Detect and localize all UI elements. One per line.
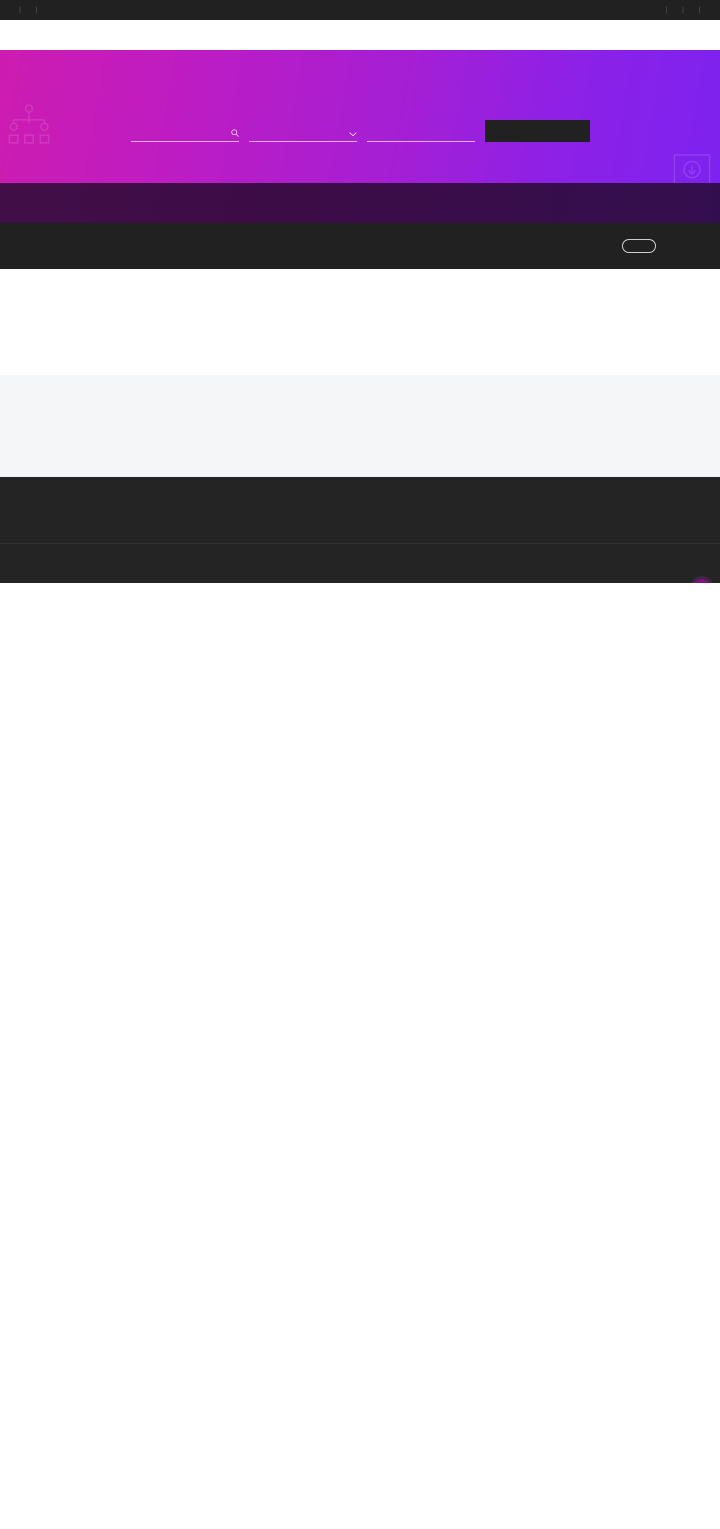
search-icon	[230, 129, 239, 137]
chevron-down-icon	[348, 131, 357, 137]
search-button[interactable]	[484, 120, 590, 142]
footer-useful-links-column	[260, 503, 360, 517]
join-now-button[interactable]	[622, 239, 656, 253]
main-navbar	[0, 20, 720, 50]
separator: |	[35, 6, 38, 14]
separator: |	[665, 6, 669, 14]
topbar-right-links: | | |	[659, 7, 708, 14]
separator: |	[19, 6, 22, 14]
footer-members-column	[360, 503, 460, 517]
topbar-left-links: | |	[12, 7, 45, 14]
sitemap-decoration-icon	[8, 104, 50, 144]
separator: |	[698, 6, 701, 14]
separator: |	[682, 6, 685, 14]
footer-brand-column	[60, 503, 260, 517]
footer-columns	[60, 503, 660, 517]
newly-added-section	[0, 269, 720, 375]
max-price-input[interactable]	[366, 137, 475, 142]
keyword-input[interactable]	[130, 129, 239, 142]
hero-search-bar	[130, 120, 590, 142]
latest-news-section	[0, 375, 720, 477]
page-root: | | | | |	[0, 0, 720, 583]
top-utility-bar: | | | | |	[0, 0, 720, 20]
footer-bottom-bar	[0, 543, 720, 583]
site-footer	[0, 477, 720, 583]
category-strip	[0, 183, 720, 223]
category-select[interactable]	[248, 131, 357, 142]
download-file-decoration-icon	[673, 154, 711, 183]
hero-section	[0, 50, 720, 183]
cta-banner	[0, 223, 720, 269]
footer-newsletter-column	[460, 503, 660, 517]
